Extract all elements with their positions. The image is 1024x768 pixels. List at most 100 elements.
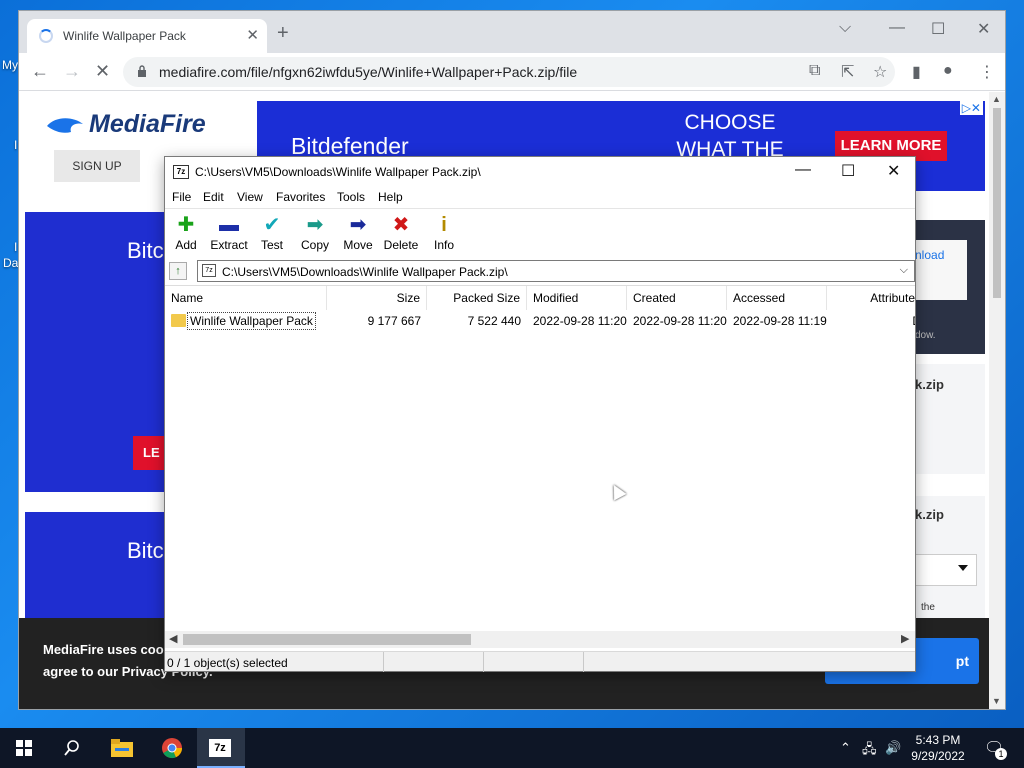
mediafire-flame-icon [47, 118, 83, 134]
blocked-popup-icon[interactable]: ⧉ [809, 62, 820, 80]
windows-start-icon[interactable] [0, 728, 48, 768]
7zip-title-bar[interactable]: 7z C:\Users\VM5\Downloads\Winlife Wallpa… [165, 157, 915, 187]
column-header-created[interactable]: Created [627, 286, 727, 310]
scroll-right-icon[interactable]: ▶ [901, 632, 909, 645]
menu-edit[interactable]: Edit [203, 190, 224, 204]
volume-icon[interactable]: 🔊 [885, 740, 901, 756]
chrome-icon[interactable] [148, 728, 196, 768]
download-link[interactable]: nload [915, 248, 944, 262]
7zip-window: 7z C:\Users\VM5\Downloads\Winlife Wallpa… [164, 156, 916, 672]
delete-button[interactable]: ✖ Delete [378, 213, 424, 252]
row-packed-size: 7 522 440 [467, 314, 521, 328]
system-clock[interactable]: 5:43 PM 9/29/2022 [906, 732, 970, 764]
tab-strip: Winlife Wallpaper Pack ✕ + ⌵ — ☐ ✕ [19, 11, 1005, 53]
minimize-icon[interactable]: — [795, 161, 811, 179]
desktop-icon-label[interactable]: I [14, 138, 17, 152]
row-name[interactable]: Winlife Wallpaper Pack [187, 312, 316, 330]
lock-icon[interactable] [137, 65, 147, 77]
browser-tab[interactable]: Winlife Wallpaper Pack ✕ [27, 19, 267, 53]
download-panel: nload dow. [915, 220, 985, 354]
network-icon[interactable]: 🖧 [862, 740, 877, 762]
test-button[interactable]: ✔ Test [249, 213, 295, 252]
extract-button[interactable]: ▬ Extract [206, 213, 252, 252]
delete-label: Delete [383, 238, 419, 252]
back-icon[interactable]: ← [31, 61, 49, 81]
side-ad-text: Bitc [127, 538, 164, 563]
column-header-packed-size[interactable]: Packed Size [427, 286, 527, 310]
file-list[interactable]: Name Size Packed Size Modified Created A… [165, 285, 915, 631]
menu-file[interactable]: File [172, 190, 191, 204]
scrollbar-thumb[interactable] [993, 108, 1001, 298]
desktop-icon-label[interactable]: My [2, 58, 18, 72]
chevron-up-icon[interactable]: ⌃ [840, 740, 851, 756]
browser-toolbar: ← → ✕ mediafire.com/file/nfgxn62iwfdu5ye… [19, 53, 1005, 91]
side-ad-button[interactable]: LE [133, 436, 165, 470]
profile-icon[interactable]: ● [943, 62, 953, 80]
desktop-icon-label[interactable]: I [14, 240, 17, 254]
plus-icon[interactable]: + [277, 23, 289, 43]
mediafire-logo[interactable]: MediaFire [45, 110, 206, 139]
info-button[interactable]: i Info [421, 213, 467, 252]
scroll-left-icon[interactable]: ◀ [169, 632, 177, 645]
path-bar: ↑ 7z C:\Users\VM5\Downloads\Winlife Wall… [165, 259, 915, 283]
column-header-attributes[interactable]: Attributes [827, 286, 915, 310]
row-attributes: D [827, 310, 915, 332]
folder-up-icon[interactable]: ↑ [169, 262, 187, 280]
maximize-icon[interactable]: ☐ [931, 19, 945, 39]
search-icon[interactable] [48, 728, 96, 768]
desktop-icon-label[interactable]: Da [3, 256, 18, 270]
close-icon[interactable]: ✕ [246, 26, 259, 44]
stop-reload-icon[interactable]: ✕ [95, 61, 110, 81]
page-scrollbar[interactable]: ▲ ▼ [989, 92, 1005, 709]
menu-favorites[interactable]: Favorites [276, 190, 325, 204]
info-icon: i [441, 214, 447, 236]
column-header-name[interactable]: Name [165, 286, 327, 310]
copy-button[interactable]: ➡ Copy [292, 213, 338, 252]
column-header-modified[interactable]: Modified [527, 286, 627, 310]
status-bar: 0 / 1 object(s) selected [165, 651, 915, 672]
menu-tools[interactable]: Tools [337, 190, 365, 204]
file-name-fragment: k.zip [915, 377, 944, 392]
menu-view[interactable]: View [237, 190, 263, 204]
side-ad[interactable]: Bitc LE [25, 212, 165, 492]
star-icon[interactable]: ☆ [873, 62, 887, 82]
scroll-up-icon[interactable]: ▲ [992, 94, 1001, 104]
side-ad-text: Bitc [127, 238, 164, 263]
extract-label: Extract [210, 238, 248, 252]
move-button[interactable]: ➡ Move [335, 213, 381, 252]
scrollbar-thumb[interactable] [183, 634, 471, 645]
maximize-icon[interactable]: ☐ [841, 161, 855, 181]
minimize-icon[interactable]: — [889, 19, 905, 37]
archive-icon: 7z [202, 264, 216, 277]
chevron-down-icon[interactable]: ⌵ [900, 264, 908, 277]
7zip-icon[interactable]: 7z [197, 728, 245, 768]
close-icon[interactable]: ✕ [977, 19, 990, 39]
kebab-menu-icon[interactable]: ⋮ [979, 62, 995, 82]
dropdown-select[interactable] [915, 554, 977, 586]
ad-choices-icon[interactable]: ▷✕ [959, 101, 983, 115]
info-label: Info [433, 238, 454, 252]
status-text: 0 / 1 object(s) selected [167, 656, 288, 670]
column-header-accessed[interactable]: Accessed [727, 286, 827, 310]
row-accessed: 2022-09-28 11:19 [733, 314, 827, 328]
scroll-down-icon[interactable]: ▼ [992, 696, 1001, 706]
add-label: Add [175, 238, 197, 252]
horizontal-scrollbar[interactable]: ◀ ▶ [165, 631, 915, 648]
add-button[interactable]: ✚ Add [163, 213, 209, 252]
file-explorer-icon[interactable] [98, 728, 146, 768]
chevron-down-icon[interactable]: ⌵ [839, 19, 851, 37]
forward-icon[interactable]: → [63, 61, 81, 81]
share-icon[interactable]: ⇱ [841, 62, 854, 82]
address-bar[interactable]: mediafire.com/file/nfgxn62iwfdu5ye/Winli… [123, 57, 895, 87]
cookie-text: MediaFire uses cook [43, 642, 171, 657]
path-text: C:\Users\VM5\Downloads\Winlife Wallpaper… [222, 265, 508, 279]
row-size: 9 177 667 [367, 314, 421, 328]
menu-help[interactable]: Help [378, 190, 403, 204]
path-combobox[interactable]: 7z C:\Users\VM5\Downloads\Winlife Wallpa… [197, 260, 915, 282]
column-header-size[interactable]: Size [327, 286, 427, 310]
sidebar-icon[interactable]: ▮ [912, 62, 921, 82]
move-icon: ➡ [349, 214, 367, 236]
notification-count-badge: 1 [995, 748, 1007, 760]
close-icon[interactable]: ✕ [887, 161, 900, 181]
sign-up-button[interactable]: SIGN UP [54, 150, 140, 182]
